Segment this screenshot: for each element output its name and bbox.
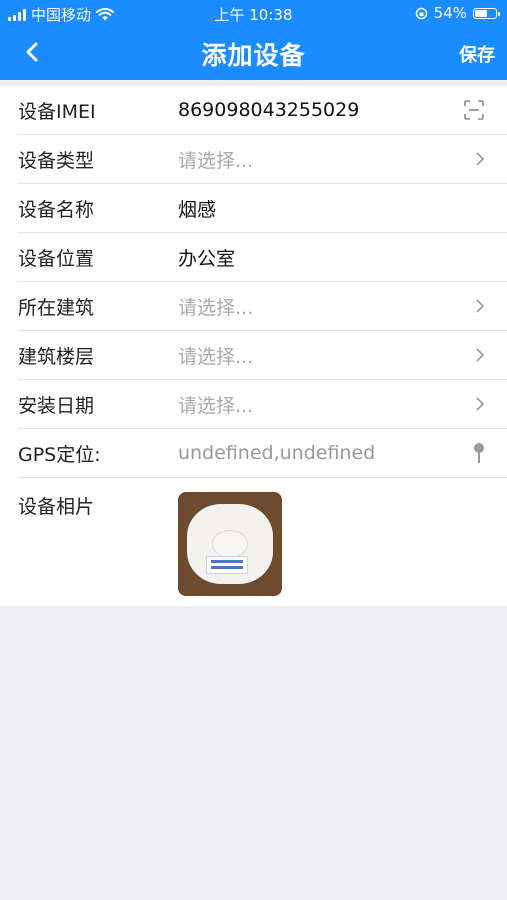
device-photo-label: 设备相片: [18, 496, 95, 518]
app-header: 中国移动 上午 10:38 54% 添加设备 保存: [0, 0, 507, 80]
form-row-device-type[interactable]: 设备类型 请选择...: [18, 135, 507, 184]
scan-icon: [464, 100, 484, 120]
nav-bar: 添加设备 保存: [0, 26, 507, 80]
building-label: 所在建筑: [18, 296, 95, 319]
form-row-gps[interactable]: GPS定位: undefined,undefined: [18, 429, 507, 478]
location-pin-button[interactable]: [473, 429, 485, 477]
install-date-label: 安装日期: [18, 394, 95, 417]
floor-select[interactable]: 请选择...: [178, 342, 507, 369]
form-row-device-name[interactable]: 设备名称 烟感: [18, 184, 507, 233]
device-location-input[interactable]: 办公室: [178, 244, 507, 271]
scan-button[interactable]: [463, 86, 485, 134]
form-row-device-location[interactable]: 设备位置 办公室: [18, 233, 507, 282]
device-location-label: 设备位置: [18, 247, 95, 270]
status-right: 54%: [415, 4, 500, 22]
imei-label: 设备IMEI: [18, 100, 96, 123]
device-photo-thumbnail[interactable]: [178, 492, 282, 596]
form-row-install-date[interactable]: 安装日期 请选择...: [18, 380, 507, 429]
chevron-right-icon: [475, 282, 485, 330]
form-row-building[interactable]: 所在建筑 请选择...: [18, 282, 507, 331]
status-bar: 中国移动 上午 10:38 54%: [0, 0, 507, 26]
battery-percent: 54%: [433, 4, 467, 22]
chevron-right-icon: [475, 135, 485, 183]
save-button[interactable]: 保存: [459, 41, 495, 67]
page-title: 添加设备: [201, 41, 306, 70]
building-select[interactable]: 请选择...: [178, 293, 507, 320]
imei-value[interactable]: 869098043255029: [178, 99, 507, 121]
battery-icon: [473, 7, 500, 19]
location-pin-icon: [474, 443, 484, 463]
form-row-floor[interactable]: 建筑楼层 请选择...: [18, 331, 507, 380]
device-type-label: 设备类型: [18, 149, 95, 172]
device-name-input[interactable]: 烟感: [178, 195, 507, 222]
chevron-right-icon: [475, 331, 485, 379]
gps-value: undefined,undefined: [178, 442, 376, 464]
gps-label: GPS定位:: [18, 443, 101, 466]
form-row-device-photo: 设备相片: [18, 478, 507, 598]
chevron-right-icon: [475, 380, 485, 428]
install-date-select[interactable]: 请选择...: [178, 391, 507, 418]
floor-label: 建筑楼层: [18, 345, 95, 368]
device-form: 设备IMEI 869098043255029 设备类型 请选择... 设备名称 …: [0, 86, 507, 606]
orientation-lock-icon: [415, 7, 427, 19]
form-row-imei[interactable]: 设备IMEI 869098043255029: [18, 86, 507, 135]
device-type-select[interactable]: 请选择...: [178, 146, 507, 173]
device-name-label: 设备名称: [18, 198, 95, 221]
